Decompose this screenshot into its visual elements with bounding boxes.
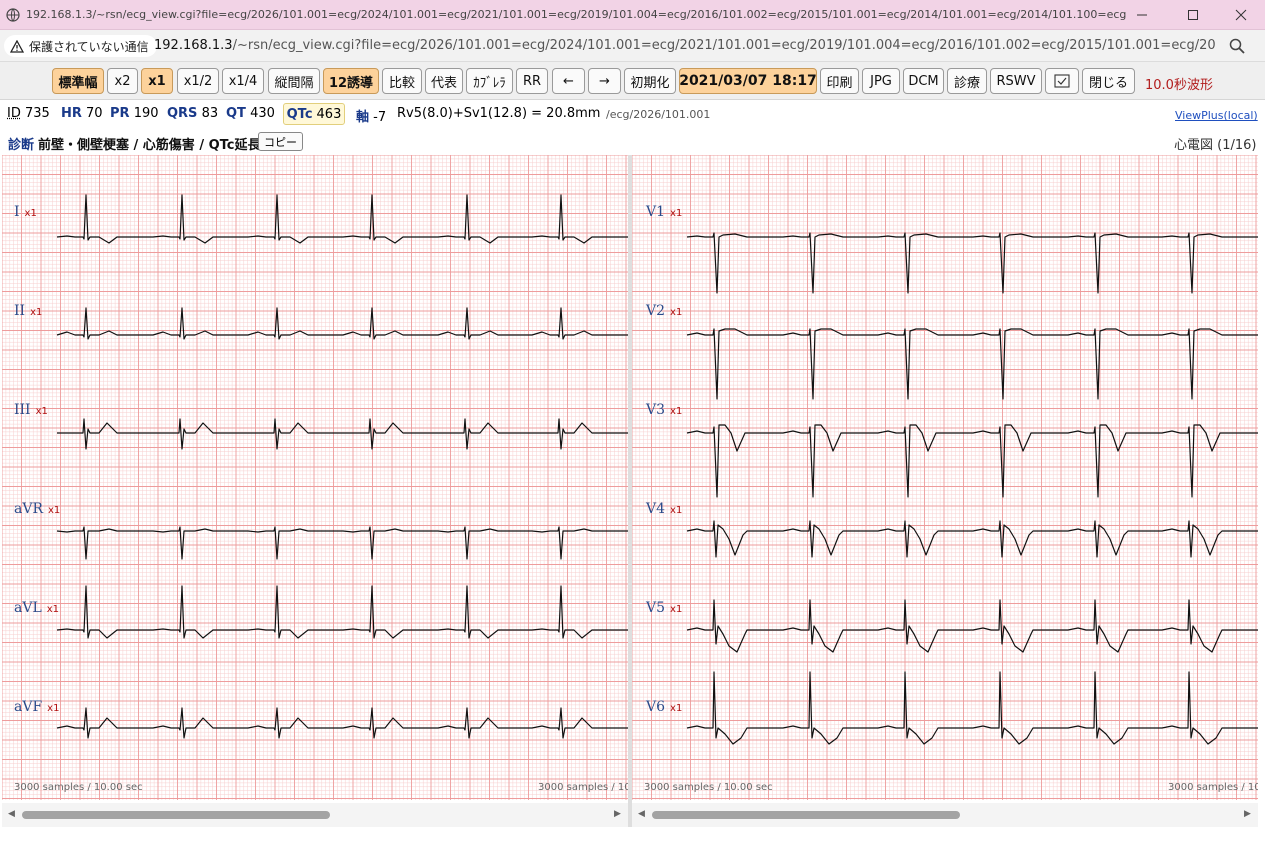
ecg-trace-V4 (686, 520, 1258, 558)
scroll-right-arrow-icon[interactable]: ▶ (1244, 809, 1251, 819)
horizontal-scrollbar-right[interactable]: ◀ ▶ (632, 803, 1258, 827)
samples-label-end: 3000 samples / 10 (538, 782, 628, 793)
measurement-row: ID 735 HR 70 PR 190 QRS 83 QT 430 QTc 463… (0, 100, 1265, 128)
lead-label-aVF: aVF x1 (14, 699, 60, 715)
scrollbar-thumb[interactable] (652, 811, 960, 819)
scroll-left-arrow-icon[interactable]: ◀ (8, 809, 15, 819)
close-icon (1235, 9, 1247, 21)
ecg-toolbar: 標準幅 x2 x1 x1/2 x1/4 縦間隔 12誘導 比較 代表 ｶﾌﾞﾚﾗ… (0, 62, 1265, 100)
lead-label-V3: V3 x1 (646, 402, 683, 418)
lead-label-V1: V1 x1 (646, 204, 683, 220)
jpg-button[interactable]: JPG (862, 68, 900, 94)
qt-interval: QT 430 (226, 106, 275, 121)
reset-button[interactable]: 初期化 (624, 68, 676, 94)
lead-label-V2: V2 x1 (646, 303, 683, 319)
vertical-spacing-button[interactable]: 縦間隔 (268, 68, 320, 94)
diagnosis-text: 前壁・側壁梗塞 / 心筋傷害 / QTc延長 (38, 138, 261, 153)
zoom-x1-4-button[interactable]: x1/4 (222, 68, 264, 94)
dcm-button[interactable]: DCM (903, 68, 944, 94)
viewplus-link[interactable]: ViewPlus(local) (1175, 109, 1258, 122)
chart-toggle-button[interactable] (1045, 68, 1079, 94)
address-bar: 保護されていない通信 192.168.1.3/~rsn/ecg_view.cgi… (0, 30, 1265, 62)
ecg-trace-V5 (686, 599, 1258, 653)
samples-label-start: 3000 samples / 10.00 sec (14, 782, 143, 793)
ecg-grid-left (2, 155, 628, 800)
patient-id: ID 735 (7, 106, 50, 121)
window-title: 192.168.1.3/~rsn/ecg_view.cgi?file=ecg/2… (26, 8, 1126, 21)
grid-major-lines (632, 155, 1258, 800)
zoom-x2-button[interactable]: x2 (107, 68, 138, 94)
pr-interval: PR 190 (110, 106, 159, 121)
close-button[interactable]: 閉じる (1082, 68, 1135, 94)
caliper-button[interactable]: ｶﾌﾞﾚﾗ (466, 68, 513, 94)
rswv-button[interactable]: RSWV (990, 68, 1042, 94)
axis: 軸 -7 (356, 110, 387, 125)
zoom-icon[interactable] (1228, 37, 1246, 55)
standard-width-button[interactable]: 標準幅 (52, 68, 104, 94)
heart-rate: HR 70 (61, 106, 103, 121)
zoom-x1-button[interactable]: x1 (141, 68, 173, 94)
ecg-trace-V1 (686, 232, 1258, 294)
zoom-x1-2-button[interactable]: x1/2 (177, 68, 219, 94)
url-host: 192.168.1.3 (154, 38, 233, 53)
title-bar: 192.168.1.3/~rsn/ecg_view.cgi?file=ecg/2… (0, 0, 1265, 30)
globe-icon (6, 8, 20, 22)
lead-label-V6: V6 x1 (646, 699, 683, 715)
copy-button[interactable]: コピー (258, 132, 303, 151)
security-label: 保護されていない通信 (29, 39, 149, 54)
samples-label-start: 3000 samples / 10.00 sec (644, 782, 773, 793)
scroll-right-arrow-icon[interactable]: ▶ (614, 809, 621, 819)
print-button[interactable]: 印刷 (820, 68, 859, 94)
qtc-value-box: QTc 463 (283, 103, 345, 125)
maximize-icon (1188, 10, 1198, 20)
lead-label-II: II x1 (14, 303, 43, 319)
warning-icon (10, 39, 24, 53)
record-datetime[interactable]: 2021/03/07 18:17 (679, 68, 817, 94)
checkbox-chart-icon (1054, 74, 1070, 88)
horizontal-scrollbar-left[interactable]: ◀ ▶ (2, 803, 628, 827)
rr-button[interactable]: RR (516, 68, 548, 94)
url-path: /~rsn/ecg_view.cgi?file=ecg/2026/101.001… (232, 38, 1216, 53)
lead-label-I: Ix1 (14, 204, 37, 220)
ecg-trace-V2 (686, 328, 1258, 400)
diagnosis-row: 診断 前壁・側壁梗塞 / 心筋傷害 / QTc延長 コピー 心電図 (1/16) (0, 128, 1265, 155)
compare-button[interactable]: 比較 (382, 68, 422, 94)
close-window-button[interactable] (1229, 5, 1253, 25)
grid-minor-lines (2, 155, 628, 800)
scrollbar-thumb[interactable] (22, 811, 330, 819)
lead-label-aVR: aVR x1 (14, 501, 61, 517)
minimize-button[interactable] (1130, 5, 1154, 25)
lead-label-V5: V5 x1 (646, 600, 683, 616)
lead-label-aVL: aVL x1 (14, 600, 60, 616)
ecg-panel-limb-leads[interactable]: Ix1 II x1 III x1 aVR x1 aVL x1 aVF x1 3000 sa… (2, 155, 628, 800)
ecg-panel-chest-leads[interactable]: V1 x1 V2 x1 V3 x1 V4 x1 V5 x1 V6 x1 3000 sampl… (632, 155, 1258, 800)
next-button[interactable]: → (588, 68, 621, 94)
diagnosis-label: 診断 (8, 138, 35, 153)
maximize-button[interactable] (1181, 5, 1205, 25)
wave-length-label: 10.0秒波形 (1145, 78, 1213, 93)
previous-button[interactable]: ← (552, 68, 585, 94)
security-indicator[interactable]: 保護されていない通信 (4, 35, 157, 57)
page-indicator: 心電図 (1/16) (1174, 138, 1257, 153)
minimize-icon (1137, 14, 1147, 16)
lead-label-V4: V4 x1 (646, 501, 683, 517)
clinic-button[interactable]: 診療 (947, 68, 987, 94)
scroll-left-arrow-icon[interactable]: ◀ (638, 809, 645, 819)
grid-minor-lines (632, 155, 1258, 800)
lead-label-III: III x1 (14, 402, 48, 418)
ecg-grid-right (632, 155, 1258, 800)
url-field[interactable]: 192.168.1.3/~rsn/ecg_view.cgi?file=ecg/2… (154, 38, 1216, 53)
file-path: /ecg/2026/101.001 (606, 108, 711, 121)
voltage-criteria: Rv5(8.0)+Sv1(12.8) = 20.8mm (397, 106, 601, 121)
twelve-lead-button[interactable]: 12誘導 (323, 68, 379, 94)
samples-label-end: 3000 samples / 10 (1168, 782, 1258, 793)
qrs-duration: QRS 83 (167, 106, 219, 121)
representative-button[interactable]: 代表 (425, 68, 463, 94)
ecg-trace-V6 (686, 671, 1258, 745)
grid-major-lines (2, 155, 628, 800)
